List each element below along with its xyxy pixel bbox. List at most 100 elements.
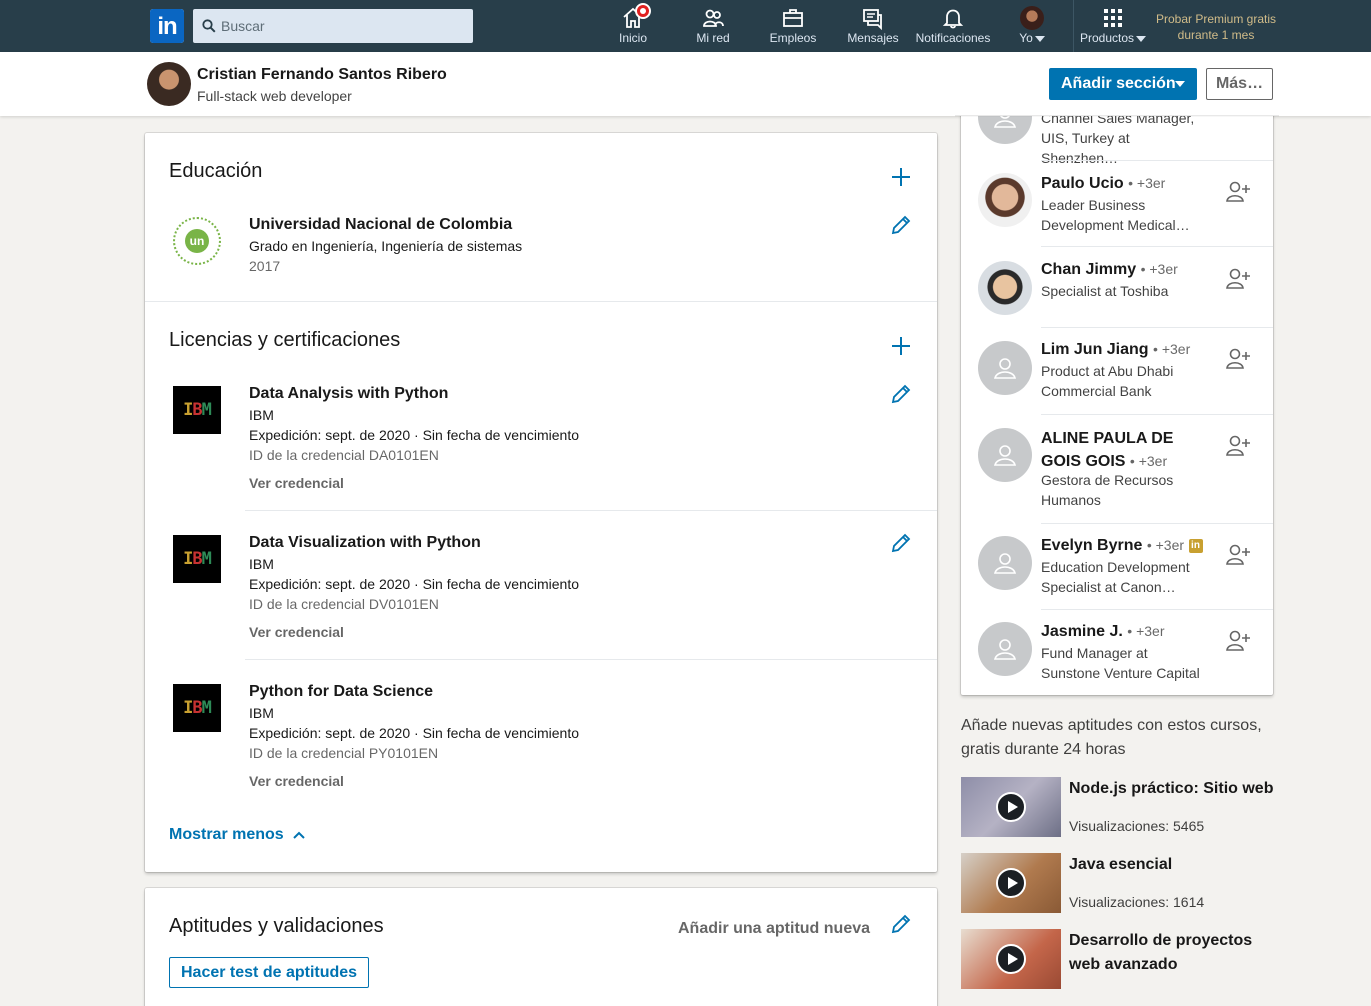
view-credential-link[interactable]: Ver credencial	[249, 624, 344, 640]
nav-products[interactable]: Productos	[1076, 0, 1150, 52]
nav-jobs[interactable]: Empleos	[766, 0, 820, 52]
person-headline: Education Development Specialist at Cano…	[1041, 559, 1190, 595]
view-credential-link[interactable]: Ver credencial	[249, 773, 344, 789]
search-input[interactable]	[221, 9, 466, 43]
chevron-down-icon	[1034, 35, 1045, 42]
connect-icon[interactable]	[1225, 543, 1251, 567]
search-box[interactable]	[193, 9, 473, 43]
add-education-button[interactable]	[889, 165, 913, 189]
nav-me[interactable]: Yo	[1012, 0, 1052, 52]
course-views: Visualizaciones: 5465	[1069, 818, 1205, 834]
person-name-line-1: ALINE PAULA DE	[1041, 430, 1174, 447]
separator-dot: ·	[414, 576, 419, 592]
person-name[interactable]: Jasmine J. • +3er	[1041, 623, 1164, 641]
connect-icon[interactable]	[1225, 347, 1251, 371]
person-name[interactable]: ALINE PAULA DE GOIS GOIS • +3er	[1041, 428, 1173, 473]
licenses-title: Licencias y certificaciones	[169, 329, 401, 351]
person-name[interactable]: Evelyn Byrne • +3er in	[1041, 537, 1203, 555]
nav-home[interactable]: Inicio	[608, 0, 658, 52]
accomplishments-card: Educación un Universidad Nacional de Col…	[145, 133, 937, 872]
connection-degree: • +3er	[1140, 261, 1178, 277]
premium-line-2: durante 1 mes	[1177, 28, 1255, 42]
nav-notifications[interactable]: Notificaciones	[913, 0, 993, 52]
person-name-text: Evelyn Byrne	[1041, 537, 1143, 554]
nav-jobs-label: Empleos	[769, 31, 817, 45]
school-name[interactable]: Universidad Nacional de Colombia	[249, 216, 512, 234]
edit-icon[interactable]	[890, 532, 912, 554]
license-name[interactable]: Data Visualization with Python	[249, 534, 481, 552]
person-placeholder-icon	[993, 358, 1017, 379]
person-item[interactable]: Jasmine J. • +3er Fund Manager at Sunsto…	[961, 609, 1273, 695]
linkedin-logo[interactable]: in	[150, 9, 184, 43]
skill-test-button[interactable]: Hacer test de aptitudes	[169, 957, 370, 988]
nav-messages[interactable]: Mensajes	[843, 0, 903, 52]
person-name[interactable]: Chan Jimmy • +3er	[1041, 261, 1178, 279]
nav-notifications-label: Notificaciones	[915, 31, 991, 45]
chevron-down-icon	[1175, 81, 1185, 87]
course-thumbnail[interactable]	[961, 929, 1061, 989]
license-name[interactable]: Python for Data Science	[249, 683, 433, 701]
course-thumbnail[interactable]	[961, 777, 1061, 837]
ibm-logo: IBM	[173, 535, 221, 583]
add-skill-link[interactable]: Añadir una aptitud nueva	[678, 920, 870, 938]
license-issuer: IBM	[249, 705, 274, 721]
add-section-button[interactable]: Añadir sección	[1049, 68, 1197, 100]
person-avatar	[978, 622, 1032, 676]
edit-icon[interactable]	[890, 214, 912, 236]
person-item[interactable]: Lim Jun Jiang • +3er Product at Abu Dhab…	[961, 327, 1273, 415]
license-issued: Expedición: sept. de 2020	[249, 427, 411, 443]
course-title[interactable]: Node.js práctico: Sitio web	[1069, 777, 1279, 801]
show-less-button[interactable]: Mostrar menos	[169, 826, 306, 844]
person-name-text: Jasmine J.	[1041, 623, 1123, 640]
skills-card: Aptitudes y validaciones Añadir una apti…	[145, 888, 937, 1006]
grid-icon	[1104, 9, 1122, 27]
connection-degree: • +3er	[1153, 341, 1191, 357]
add-section-label: Añadir sección	[1061, 75, 1176, 92]
connect-icon[interactable]	[1225, 434, 1251, 458]
person-item[interactable]: Chan Jimmy • +3er Specialist at Toshiba	[961, 247, 1273, 328]
ibm-logo: IBM	[173, 684, 221, 732]
person-name[interactable]: Paulo Ucio • +3er	[1041, 175, 1165, 193]
premium-line-1: Probar Premium gratis	[1155, 12, 1277, 26]
course-title[interactable]: Desarrollo de proyectos web avanzado	[1069, 929, 1279, 977]
global-nav: in Inicio Mi red Empleos Mensajes Notifi…	[0, 0, 1371, 52]
edit-icon[interactable]	[890, 383, 912, 405]
person-item[interactable]: ALINE PAULA DE GOIS GOIS • +3er Gestora …	[961, 414, 1273, 524]
course-title[interactable]: Java esencial	[1069, 853, 1279, 877]
person-avatar	[978, 341, 1032, 395]
university-logo-text: un	[185, 229, 209, 253]
person-placeholder-icon	[993, 553, 1017, 574]
connect-icon[interactable]	[1225, 267, 1251, 291]
nav-home-label: Inicio	[618, 31, 647, 45]
premium-badge-icon: in	[1188, 538, 1203, 553]
license-dates: Expedición: sept. de 2020 · Sin fecha de…	[249, 576, 579, 592]
person-item[interactable]: Evelyn Byrne • +3er in Education Develop…	[961, 523, 1273, 610]
linkedin-logo-text: in	[150, 9, 184, 43]
course-thumbnail[interactable]	[961, 853, 1061, 913]
network-icon	[703, 9, 724, 27]
person-name-text: Lim Jun Jiang	[1041, 341, 1149, 358]
edit-icon[interactable]	[890, 913, 912, 935]
more-button[interactable]: Más…	[1206, 68, 1273, 100]
person-name-text: Paulo Ucio	[1041, 175, 1124, 192]
premium-upsell-link[interactable]: Probar Premium gratis durante 1 mes	[1146, 11, 1286, 43]
connect-icon[interactable]	[1225, 180, 1251, 204]
nav-network[interactable]: Mi red	[688, 0, 738, 52]
license-credential-id: ID de la credencial DA0101EN	[249, 447, 439, 463]
nav-divider	[1073, 0, 1074, 52]
person-name[interactable]: Lim Jun Jiang • +3er	[1041, 341, 1190, 359]
person-placeholder-icon	[993, 639, 1017, 660]
license-expiry: Sin fecha de vencimiento	[422, 725, 580, 741]
add-license-button[interactable]	[889, 334, 913, 358]
person-item[interactable]: Paulo Ucio • +3er Leader Business Develo…	[961, 161, 1273, 247]
person-headline: Leader Business Development Medical…	[1041, 197, 1190, 233]
view-credential-link[interactable]: Ver credencial	[249, 475, 344, 491]
person-headline: Channel Sales Manager, UIS, Turkey at She…	[1041, 108, 1201, 168]
connect-icon[interactable]	[1225, 629, 1251, 653]
search-icon	[202, 19, 216, 33]
license-name[interactable]: Data Analysis with Python	[249, 385, 448, 403]
license-issuer: IBM	[249, 556, 274, 572]
license-credential-id: ID de la credencial DV0101EN	[249, 596, 439, 612]
person-name-line-2: GOIS GOIS	[1041, 453, 1126, 470]
connection-degree: • +3er	[1129, 453, 1168, 469]
